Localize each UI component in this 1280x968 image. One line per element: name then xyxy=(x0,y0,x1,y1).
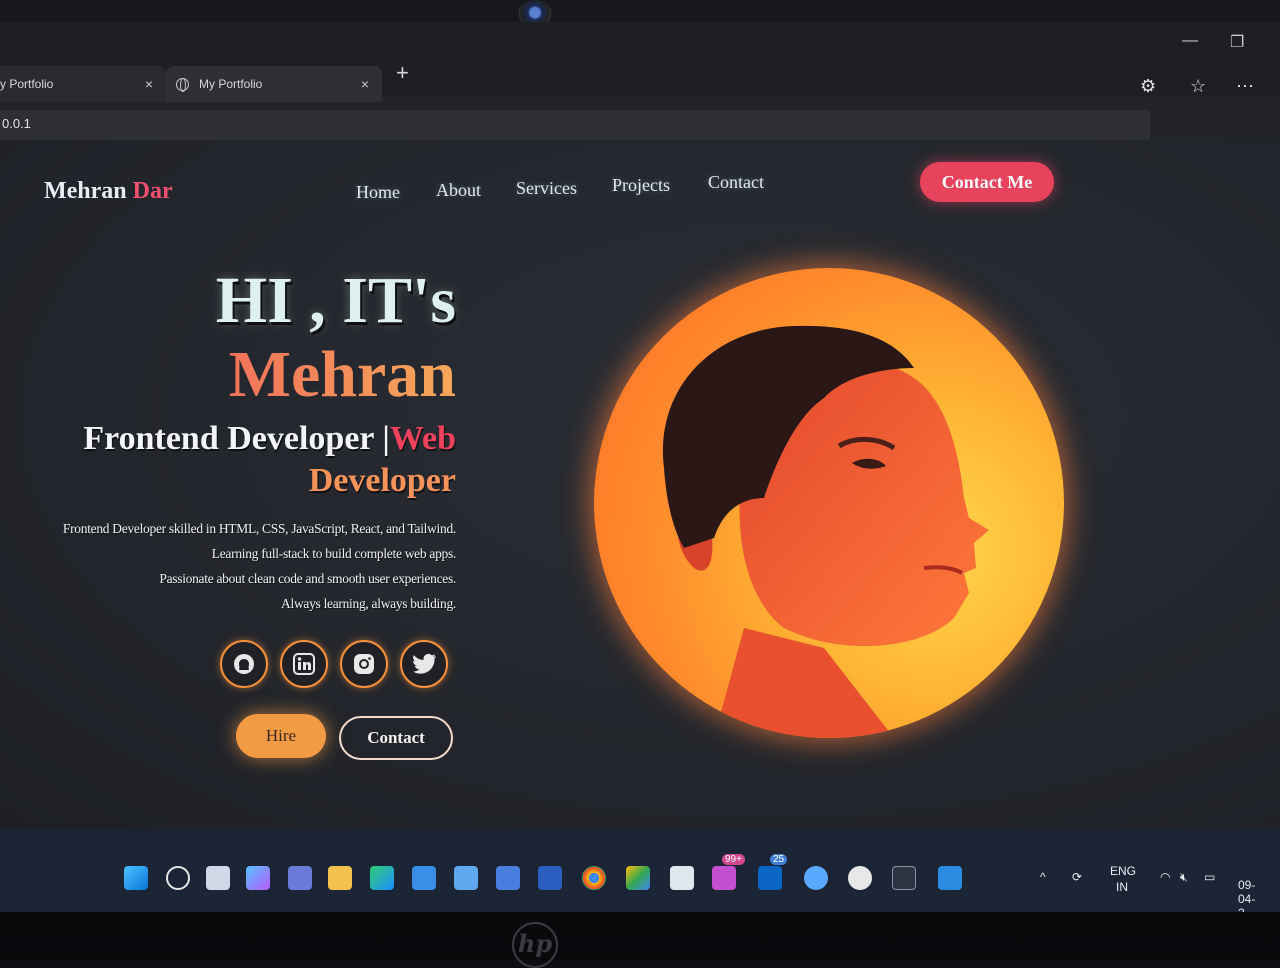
nav-contact[interactable]: Contact xyxy=(708,172,764,193)
notepad-icon[interactable] xyxy=(670,866,694,890)
github-icon[interactable] xyxy=(220,640,268,688)
role-web: Web xyxy=(389,420,456,457)
tab-title: y Portfolio xyxy=(0,77,54,91)
date[interactable]: 09-04-2 xyxy=(1238,878,1255,912)
chrome-icon[interactable] xyxy=(582,866,606,890)
logo-second: Dar xyxy=(132,178,173,204)
github-desktop-icon[interactable] xyxy=(848,866,872,890)
copilot-icon[interactable] xyxy=(246,866,270,890)
screen: y Portfolio × My Portfolio × + — ❐ ⚙ ☆ ⋯… xyxy=(0,22,1280,912)
laptop-bezel: y Portfolio × My Portfolio × + — ❐ ⚙ ☆ ⋯… xyxy=(0,0,1280,968)
twitter-icon[interactable] xyxy=(400,640,448,688)
bio-line: Frontend Developer skilled in HTML, CSS,… xyxy=(62,521,456,536)
site-logo[interactable]: Mehran Dar xyxy=(44,178,173,205)
hire-button[interactable]: Hire xyxy=(236,714,326,758)
language-bottom[interactable]: IN xyxy=(1116,880,1128,894)
tab-title: My Portfolio xyxy=(199,77,263,91)
hp-logo: hp xyxy=(512,922,558,968)
contact-me-button[interactable]: Contact Me xyxy=(920,162,1054,202)
tab-strip: y Portfolio × My Portfolio × + — ❐ ⚙ ☆ ⋯ xyxy=(0,22,1280,102)
contact-button[interactable]: Contact xyxy=(339,716,453,760)
wifi-icon[interactable]: ◠ xyxy=(1160,870,1170,884)
language-top[interactable]: ENG xyxy=(1110,864,1136,878)
linkedin-app-icon[interactable] xyxy=(758,866,782,890)
bio-line: Learning full-stack to build complete we… xyxy=(211,546,457,561)
battery-icon[interactable]: ▭ xyxy=(1204,870,1215,884)
app-icon[interactable] xyxy=(804,866,828,890)
portfolio-page: Mehran Dar Home About Services Projects … xyxy=(0,140,1280,830)
notification-badge: 25 xyxy=(770,854,788,865)
file-explorer-icon[interactable] xyxy=(328,866,352,890)
linkedin-icon[interactable] xyxy=(280,640,328,688)
nav-about[interactable]: About xyxy=(436,180,481,201)
word-icon[interactable] xyxy=(538,866,562,890)
drive-icon[interactable] xyxy=(626,866,650,890)
close-tab-icon[interactable]: × xyxy=(358,76,372,92)
restore-icon[interactable]: ❐ xyxy=(1230,32,1244,52)
hero-text: HI , IT's Mehran Frontend Developer |Web… xyxy=(0,264,456,616)
hero-role: Frontend Developer |Web Developer xyxy=(0,418,456,502)
vscode-icon[interactable] xyxy=(938,866,962,890)
nav-home[interactable]: Home xyxy=(356,182,400,203)
close-tab-icon[interactable]: × xyxy=(142,76,156,92)
bio-line: Always learning, always building. xyxy=(281,596,456,611)
extensions-icon[interactable]: ⚙ xyxy=(1140,76,1156,97)
logo-first: Mehran xyxy=(44,178,127,204)
globe-icon xyxy=(176,77,189,92)
volume-muted-icon[interactable]: 🔇︎ xyxy=(1180,870,1188,885)
windows-taskbar: 99+ 25 ^ ⟳ ENG IN ◠ 🔇︎ ▭ 09-04-2 xyxy=(0,830,1280,912)
role-main: Frontend Developer | xyxy=(83,420,390,457)
nav-services[interactable]: Services xyxy=(516,178,577,199)
teams-icon[interactable] xyxy=(288,866,312,890)
browser-tab[interactable]: y Portfolio × xyxy=(0,66,166,102)
more-icon[interactable]: ⋯ xyxy=(1236,76,1254,97)
nav-projects[interactable]: Projects xyxy=(612,175,670,196)
chevron-up-icon[interactable]: ^ xyxy=(1040,870,1046,884)
notification-badge: 99+ xyxy=(722,854,745,865)
sync-icon[interactable]: ⟳ xyxy=(1072,870,1082,884)
start-icon[interactable] xyxy=(124,866,148,890)
profile-photo xyxy=(594,268,1064,738)
address-bar[interactable]: 0.0.1 xyxy=(0,110,1150,140)
hero-bio: Frontend Developer skilled in HTML, CSS,… xyxy=(0,516,456,616)
terminal-icon[interactable] xyxy=(892,866,916,890)
search-icon[interactable] xyxy=(166,866,190,890)
edge-icon[interactable] xyxy=(370,866,394,890)
bio-line: Passionate about clean code and smooth u… xyxy=(159,571,456,586)
clipchamp-icon[interactable] xyxy=(496,866,520,890)
hero-greeting: HI , IT's xyxy=(215,264,456,337)
instagram-icon[interactable] xyxy=(340,640,388,688)
favorites-icon[interactable]: ☆ xyxy=(1190,76,1206,97)
store-icon[interactable] xyxy=(412,866,436,890)
messenger-icon[interactable] xyxy=(712,866,736,890)
minimize-icon[interactable]: — xyxy=(1182,32,1198,50)
role-developer: Developer xyxy=(308,462,456,499)
browser-chrome: y Portfolio × My Portfolio × + — ❐ ⚙ ☆ ⋯… xyxy=(0,22,1280,140)
task-view-icon[interactable] xyxy=(206,866,230,890)
hero-name: Mehran xyxy=(0,338,456,412)
new-tab-icon[interactable]: + xyxy=(396,60,409,86)
browser-tab-active[interactable]: My Portfolio × xyxy=(166,66,382,102)
photos-icon[interactable] xyxy=(454,866,478,890)
